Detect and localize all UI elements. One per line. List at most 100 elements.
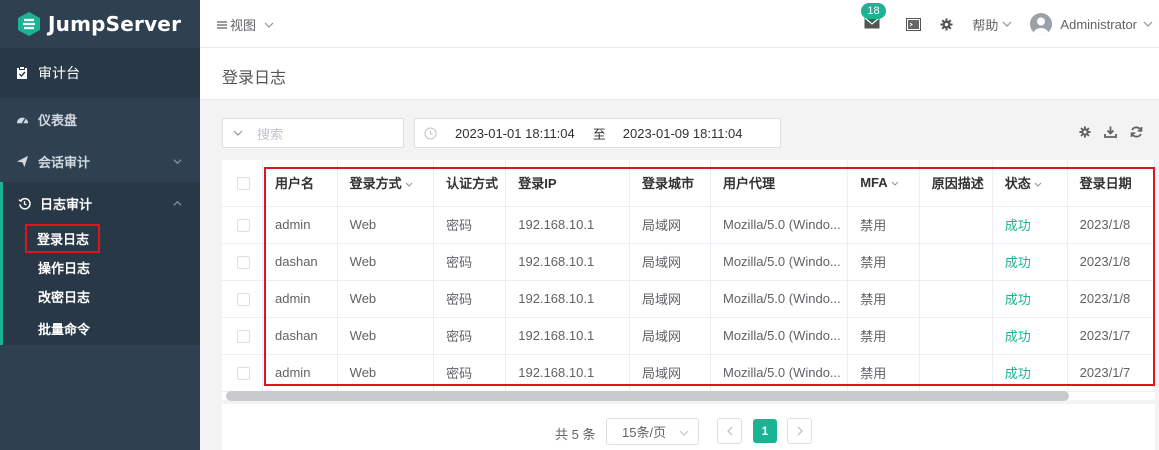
cell-status: 成功 (992, 206, 1068, 244)
cell-status: 成功 (992, 243, 1068, 281)
row-checkbox-cell[interactable] (222, 354, 264, 392)
sidebar-item-label: 日志审计 (40, 196, 93, 212)
table-row[interactable]: dashan Web 密码 192.168.10.1 局域网 Mozilla/5… (222, 243, 1155, 281)
chevron-up-icon (173, 200, 182, 206)
date-range-picker[interactable]: 2023-01-01 18:11:04 至 2023-01-09 18:11:0… (414, 118, 781, 148)
table-settings-button[interactable] (1079, 126, 1091, 138)
cell-user-agent: Mozilla/5.0 (Windo... (710, 354, 849, 392)
cell-auth-method: 密码 (433, 280, 507, 318)
column-header-label: 用户代理 (723, 176, 776, 192)
horizontal-scrollbar[interactable] (226, 391, 1069, 401)
cell-login-date: 2023/1/8 (1067, 206, 1155, 244)
chevron-down-icon (264, 22, 274, 28)
sidebar-item-session-audit[interactable]: 会话审计 (0, 140, 200, 182)
cell-login-type: Web (337, 354, 435, 392)
date-end[interactable]: 2023-01-09 18:11:04 (623, 126, 743, 141)
sidebar-item-label: 仪表盘 (38, 112, 78, 128)
cell-login-type: Web (337, 206, 435, 244)
cell-auth-method: 密码 (433, 317, 507, 355)
row-checkbox[interactable] (237, 367, 250, 381)
column-header-login-ip: 登录IP (505, 160, 630, 207)
table-row[interactable]: admin Web 密码 192.168.10.1 局域网 Mozilla/5.… (222, 206, 1155, 244)
table-tools (1066, 126, 1143, 138)
column-header-login-city: 登录城市 (629, 160, 712, 207)
column-header-status[interactable]: 状态 (992, 160, 1068, 207)
web-terminal-icon[interactable] (906, 17, 922, 31)
column-header-label: 登录城市 (641, 176, 694, 192)
row-checkbox[interactable] (237, 293, 250, 307)
cell-mfa: 禁用 (847, 243, 920, 281)
sidebar-subitem-operation-log[interactable]: 操作日志 (3, 253, 200, 282)
column-header-user-agent: 用户代理 (710, 160, 849, 207)
gear-icon (1079, 126, 1091, 138)
cell-mfa: 禁用 (847, 317, 920, 355)
row-checkbox[interactable] (237, 219, 250, 233)
cell-reason (919, 280, 993, 318)
page-number-current[interactable]: 1 (753, 419, 777, 443)
row-checkbox[interactable] (237, 256, 250, 270)
sidebar-subitem-label: 操作日志 (38, 261, 91, 276)
table-row[interactable]: admin Web 密码 192.168.10.1 局域网 Mozilla/5.… (222, 354, 1155, 392)
sidebar-nav: 仪表盘 会话审计 日志审计 登录日志 操作日志 改密日志 批量命令 (0, 98, 200, 345)
chevron-right-icon (797, 426, 803, 436)
console-switch[interactable]: 审计台 (0, 48, 200, 98)
messages-button[interactable]: 18 (861, 3, 886, 31)
cell-username: dashan (262, 243, 338, 281)
cell-login-ip: 192.168.10.1 (505, 206, 630, 244)
row-checkbox-cell[interactable] (222, 317, 264, 355)
cell-login-type: Web (337, 280, 435, 318)
column-header-label: 认证方式 (446, 176, 499, 192)
dashboard-icon (16, 117, 29, 124)
cell-login-date: 2023/1/8 (1067, 243, 1155, 281)
cell-login-ip: 192.168.10.1 (505, 243, 630, 281)
export-button[interactable] (1104, 126, 1117, 138)
column-header-label: MFA (860, 175, 888, 191)
cell-auth-method: 密码 (433, 206, 507, 244)
table-row[interactable]: admin Web 密码 192.168.10.1 局域网 Mozilla/5.… (222, 280, 1155, 318)
cell-login-type: Web (337, 243, 435, 281)
clock-icon (424, 127, 437, 139)
search-input[interactable]: 搜索 (222, 118, 404, 148)
row-checkbox-cell[interactable] (222, 206, 264, 244)
sidebar-subitem-batch-command[interactable]: 批量命令 (3, 311, 200, 345)
date-start[interactable]: 2023-01-01 18:11:04 (455, 126, 575, 141)
page-header: 登录日志 (200, 48, 1159, 100)
settings-gear-icon[interactable] (940, 17, 953, 31)
cell-username: dashan (262, 317, 338, 355)
view-menu-button[interactable]: 视图 (216, 15, 278, 34)
sidebar-item-log-audit[interactable]: 日志审计 (3, 182, 200, 224)
column-header-mfa[interactable]: MFA (847, 160, 920, 207)
row-checkbox-cell[interactable] (222, 280, 264, 318)
sidebar-subitem-password-change-log[interactable]: 改密日志 (3, 282, 200, 311)
chevron-left-icon (726, 426, 732, 436)
menu-icon (217, 20, 227, 29)
prev-page-button[interactable] (717, 418, 742, 444)
row-checkbox[interactable] (237, 330, 250, 344)
column-header-login-type[interactable]: 登录方式 (337, 160, 435, 207)
pagination-total: 共 5 条 (555, 427, 596, 442)
table-row[interactable]: dashan Web 密码 192.168.10.1 局域网 Mozilla/5… (222, 317, 1155, 355)
column-header-label: 用户名 (275, 176, 315, 192)
page-title: 登录日志 (222, 70, 287, 87)
cell-username: admin (262, 280, 338, 318)
select-all-checkbox-cell[interactable] (222, 160, 264, 207)
sidebar-subitem-login-log[interactable]: 登录日志 (3, 224, 200, 253)
next-page-button[interactable] (787, 418, 812, 444)
logo[interactable]: JumpServer (0, 0, 200, 48)
user-menu[interactable]: Administrator (1030, 13, 1153, 35)
paper-plane-icon (16, 155, 29, 167)
sidebar-group-log-audit: 日志审计 登录日志 操作日志 改密日志 批量命令 (0, 182, 200, 345)
sidebar-item-label: 会话审计 (38, 154, 91, 170)
select-all-checkbox[interactable] (237, 177, 250, 191)
cell-reason (919, 317, 993, 355)
refresh-button[interactable] (1130, 126, 1143, 138)
sidebar-item-dashboard[interactable]: 仪表盘 (0, 98, 200, 140)
help-menu[interactable]: 帮助 (972, 15, 1012, 34)
cell-login-city: 局域网 (629, 206, 712, 244)
sidebar: JumpServer 审计台 仪表盘 会话审计 日志审计 登录日志 操作日志 改… (0, 0, 200, 450)
row-checkbox-cell[interactable] (222, 243, 264, 281)
page-size-select[interactable]: 15条/页 (606, 418, 699, 445)
help-label: 帮助 (972, 17, 999, 33)
chevron-down-icon (173, 159, 182, 165)
login-log-table: 用户名 登录方式 认证方式 登录IP 登录城市 用户代理 MFA 原因描述 状态… (222, 160, 1155, 400)
